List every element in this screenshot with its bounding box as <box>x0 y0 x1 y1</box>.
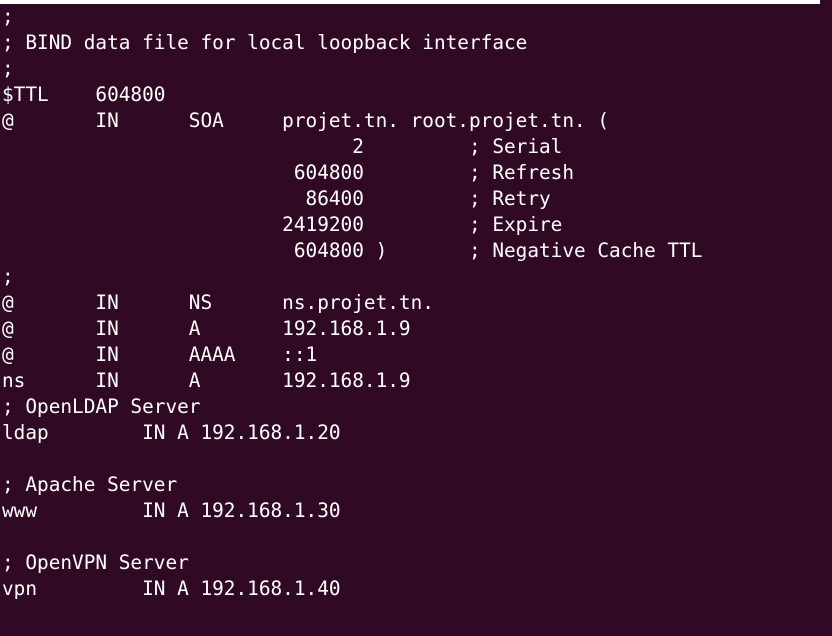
line-retry: 86400 ; Retry <box>2 187 551 210</box>
line-comment-apache: ; Apache Server <box>2 473 178 496</box>
line-blank <box>2 524 832 550</box>
line-comment-openldap: ; OpenLDAP Server <box>2 395 201 418</box>
terminal-text-area[interactable]: ; ; BIND data file for local loopback in… <box>0 4 832 636</box>
line-negative-cache-ttl: 604800 ) ; Negative Cache TTL <box>2 239 703 262</box>
line-file-description: ; BIND data file for local loopback inte… <box>2 31 528 54</box>
line-ns-record: @ IN NS ns.projet.tn. <box>2 291 434 314</box>
line-blank <box>2 446 832 472</box>
line-refresh: 604800 ; Refresh <box>2 161 575 184</box>
line-comment-openvpn: ; OpenVPN Server <box>2 551 189 574</box>
line-blank <box>2 602 832 628</box>
line-vpn-record: vpn IN A 192.168.1.40 <box>2 577 341 600</box>
line-ttl: $TTL 604800 <box>2 83 166 106</box>
line-soa-record: @ IN SOA projet.tn. root.projet.tn. ( <box>2 109 610 132</box>
line-ns-a-record: ns IN A 192.168.1.9 <box>2 369 411 392</box>
line-expire: 2419200 ; Expire <box>2 213 563 236</box>
line-comment: ; <box>2 5 14 28</box>
line-comment: ; <box>2 265 14 288</box>
line-comment: ; <box>2 57 14 80</box>
line-serial: 2 ; Serial <box>2 135 563 158</box>
line-www-record: www IN A 192.168.1.30 <box>2 499 341 522</box>
line-a-record: @ IN A 192.168.1.9 <box>2 317 411 340</box>
line-aaaa-record: @ IN AAAA ::1 <box>2 343 318 366</box>
line-ldap-record: ldap IN A 192.168.1.20 <box>2 421 341 444</box>
